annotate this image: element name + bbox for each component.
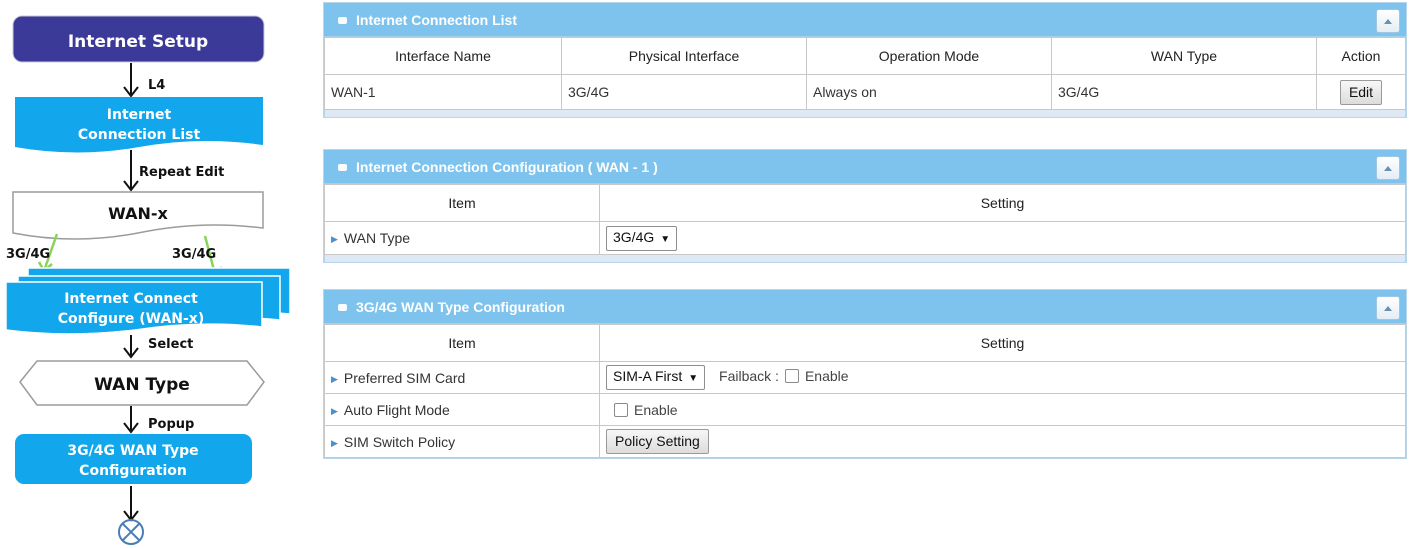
connection-list-table: Interface Name Physical Interface Operat…	[324, 37, 1406, 110]
panel-header: Internet Connection Configuration ( WAN …	[324, 150, 1406, 184]
svg-text:Internet Connect: Internet Connect	[64, 291, 198, 307]
table-row: ▶ Auto Flight Mode Enable	[324, 393, 1406, 426]
collapse-button[interactable]	[1376, 9, 1400, 33]
svg-text:3G/4G: 3G/4G	[172, 247, 216, 262]
row-label-auto-flight: ▶ Auto Flight Mode	[324, 393, 600, 426]
svg-text:3G/4G: 3G/4G	[6, 247, 50, 262]
svg-text:Repeat Edit: Repeat Edit	[139, 165, 224, 180]
row-setting-wan-type: 3G/4G ▼	[599, 221, 1406, 255]
flow-internet-connection-list: Internet Connection List	[15, 97, 263, 153]
table-row: ▶ SIM Switch Policy Policy Setting	[324, 425, 1406, 458]
cell-wan-type: 3G/4G	[1051, 74, 1317, 110]
flow-internet-connect-configure: Internet Connect Configure (WAN-x)	[5, 267, 291, 335]
svg-text:Select: Select	[148, 337, 193, 352]
failback-enable-label: Enable	[804, 368, 849, 384]
auto-flight-enable-label: Enable	[634, 401, 678, 418]
col-action: Action	[1316, 37, 1406, 75]
chevron-up-icon	[1384, 18, 1392, 24]
internet-connection-list-panel: Internet Connection List Interface Name …	[323, 2, 1407, 118]
col-wan-type: WAN Type	[1051, 37, 1317, 75]
chevron-up-icon	[1384, 165, 1392, 171]
table-row: WAN-1 3G/4G Always on 3G/4G Edit	[324, 74, 1406, 110]
policy-setting-button[interactable]: Policy Setting	[606, 429, 709, 454]
col-setting: Setting	[599, 184, 1406, 222]
svg-text:Popup: Popup	[148, 417, 194, 432]
bullet-icon: ▶	[331, 373, 338, 384]
col-operation-mode: Operation Mode	[806, 37, 1052, 75]
svg-text:Internet Setup: Internet Setup	[68, 32, 208, 52]
panel-icon	[338, 163, 347, 171]
flow-wan-x: WAN-x	[12, 191, 264, 240]
row-label-preferred-sim: ▶ Preferred SIM Card	[324, 361, 600, 394]
flow-arrow-end	[123, 486, 139, 522]
panel-header: 3G/4G WAN Type Configuration	[324, 290, 1406, 324]
configuration-table: Item Setting ▶ WAN Type 3G/4G ▼	[324, 184, 1406, 255]
svg-text:Internet: Internet	[107, 107, 172, 123]
wan-type-select[interactable]: 3G/4G ▼	[606, 225, 678, 251]
svg-text:Configure (WAN-x): Configure (WAN-x)	[58, 311, 205, 327]
row-setting-sim-switch: Policy Setting	[599, 425, 1406, 458]
flow-arrow-repeat-edit: Repeat Edit	[123, 150, 224, 192]
col-item: Item	[324, 324, 600, 362]
cell-physical-interface: 3G/4G	[561, 74, 807, 110]
panel-title: Internet Connection Configuration ( WAN …	[356, 159, 658, 175]
col-setting: Setting	[599, 324, 1406, 362]
failback-checkbox[interactable]	[784, 369, 799, 383]
wan-type-configuration-panel: 3G/4G WAN Type Configuration Item Settin…	[323, 289, 1407, 459]
bullet-icon: ▶	[331, 437, 338, 448]
svg-text:Configuration: Configuration	[79, 463, 187, 479]
panel-title: Internet Connection List	[356, 12, 517, 28]
col-physical-interface: Physical Interface	[561, 37, 807, 75]
panel-gap	[324, 110, 1406, 117]
flow-diagram: Internet Setup L4 Internet Connection Li…	[5, 15, 291, 545]
internet-connection-configuration-panel: Internet Connection Configuration ( WAN …	[323, 149, 1407, 263]
cell-interface-name: WAN-1	[324, 74, 562, 110]
svg-text:WAN Type: WAN Type	[94, 375, 190, 395]
wan-type-config-table: Item Setting ▶ Preferred SIM Card SIM-A F…	[324, 324, 1406, 458]
row-label-sim-switch: ▶ SIM Switch Policy	[324, 425, 600, 458]
panel-icon	[338, 16, 347, 24]
collapse-button[interactable]	[1376, 296, 1400, 320]
svg-text:L4: L4	[148, 78, 165, 93]
flow-arrow-popup: Popup	[123, 406, 194, 434]
col-interface-name: Interface Name	[324, 37, 562, 75]
cell-action: Edit	[1316, 74, 1406, 110]
panel-title: 3G/4G WAN Type Configuration	[356, 299, 565, 315]
flow-wan-type: WAN Type	[19, 360, 265, 406]
flow-arrow-select: Select	[123, 335, 193, 359]
preferred-sim-select[interactable]: SIM-A First ▼	[606, 365, 706, 390]
row-setting-auto-flight: Enable	[599, 393, 1406, 426]
col-item: Item	[324, 184, 600, 222]
collapse-button[interactable]	[1376, 156, 1400, 180]
flow-end-terminator-icon	[118, 519, 144, 545]
dropdown-arrow-icon: ▼	[660, 233, 671, 245]
failback-label: Failback :	[719, 368, 779, 384]
panel-icon	[338, 303, 347, 311]
flow-arrow-l4: L4	[123, 63, 165, 98]
svg-text:3G/4G WAN Type: 3G/4G WAN Type	[67, 443, 198, 459]
edit-button[interactable]: Edit	[1339, 79, 1383, 105]
chevron-up-icon	[1384, 305, 1392, 311]
table-row: ▶ Preferred SIM Card SIM-A First ▼ Failbac…	[324, 361, 1406, 394]
svg-text:WAN-x: WAN-x	[108, 204, 168, 223]
panel-gap	[324, 255, 1406, 262]
bullet-icon: ▶	[331, 234, 338, 244]
panel-header: Internet Connection List	[324, 3, 1406, 37]
row-setting-preferred-sim: SIM-A First ▼ Failback : Enable	[599, 361, 1406, 394]
svg-text:Connection List: Connection List	[78, 127, 201, 143]
row-label-wan-type: ▶ WAN Type	[324, 221, 600, 255]
dropdown-arrow-icon: ▼	[688, 373, 699, 384]
cell-operation-mode: Always on	[806, 74, 1052, 110]
flow-wan-type-configuration: 3G/4G WAN Type Configuration	[15, 434, 252, 484]
flow-internet-setup: Internet Setup	[12, 15, 265, 63]
table-row: ▶ WAN Type 3G/4G ▼	[324, 221, 1406, 255]
auto-flight-checkbox[interactable]	[614, 402, 628, 417]
bullet-icon: ▶	[331, 405, 338, 416]
